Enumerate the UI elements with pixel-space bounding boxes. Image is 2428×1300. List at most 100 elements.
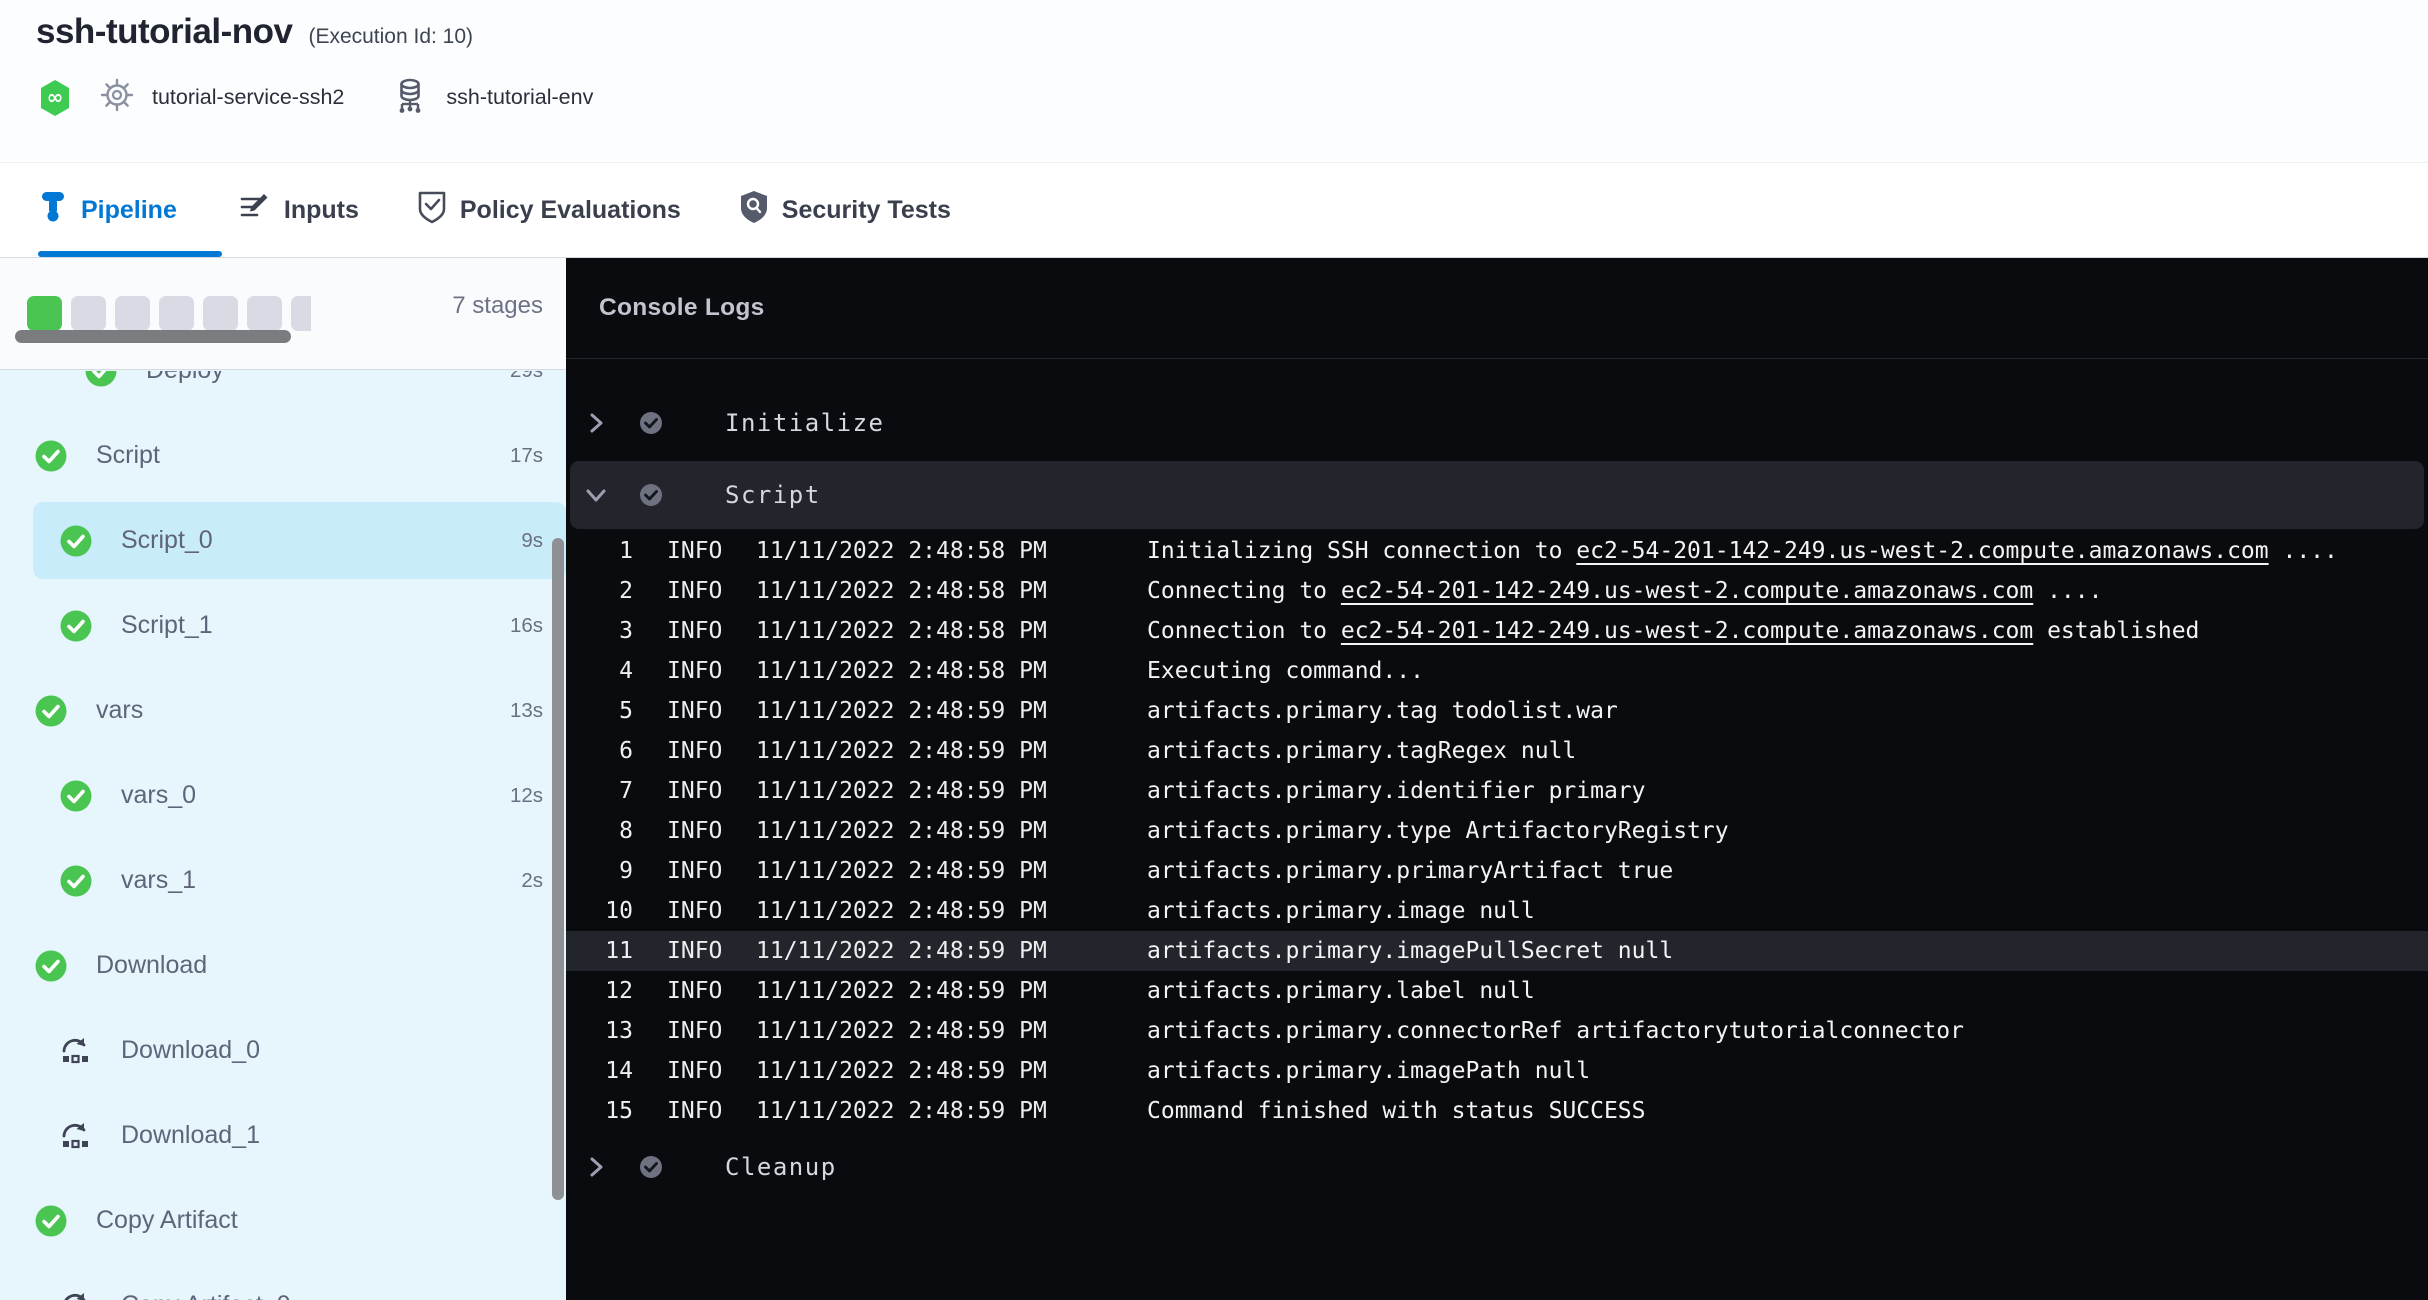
stage-label: Copy Artifact_0: [121, 1291, 291, 1300]
sidebar-item-download[interactable]: Download: [0, 923, 566, 1008]
success-check-icon: [35, 1205, 67, 1237]
stages-progress-header: 7 stages: [0, 258, 566, 370]
log-line-number: 7: [566, 778, 633, 804]
log-message: artifacts.primary.connectorRef artifacto…: [1147, 1018, 1964, 1044]
progress-segment: [159, 296, 194, 331]
log-line-number: 10: [566, 898, 633, 924]
log-level: INFO: [667, 1018, 723, 1044]
log-line: 13 INFO 11/11/2022 2:48:59 PM artifacts.…: [566, 1011, 2428, 1051]
tab-inputs[interactable]: Inputs: [239, 191, 359, 230]
tab-pipeline[interactable]: Pipeline: [38, 190, 177, 231]
progress-segment: [247, 296, 282, 331]
stage-duration: 16s: [510, 614, 543, 638]
section-label-script: Script: [725, 481, 821, 509]
sidebar-item-copy-artifact[interactable]: Copy Artifact: [0, 1178, 566, 1263]
log-timestamp: 11/11/2022 2:48:58 PM: [756, 658, 1048, 684]
log-level: INFO: [667, 978, 723, 1004]
progress-segment: [71, 296, 106, 331]
hostname-link[interactable]: ec2-54-201-142-249.us-west-2.compute.ama…: [1341, 578, 2033, 604]
log-level: INFO: [667, 938, 723, 964]
log-timestamp: 11/11/2022 2:48:58 PM: [756, 538, 1048, 564]
log-level: INFO: [667, 578, 723, 604]
progress-segment: [115, 296, 150, 331]
sidebar-item-download-0[interactable]: Download_0: [0, 1008, 566, 1093]
tab-policy-evaluations[interactable]: Policy Evaluations: [417, 190, 681, 231]
success-check-icon: [35, 950, 67, 982]
log-message: artifacts.primary.tagRegex null: [1147, 738, 1576, 764]
sidebar-item-script[interactable]: Script 17s: [0, 413, 566, 498]
chevron-down-icon[interactable]: [585, 484, 607, 506]
chevron-right-icon[interactable]: [585, 1156, 607, 1178]
stage-duration: 12s: [510, 784, 543, 808]
sidebar-item-script-0[interactable]: Script_0 9s: [0, 498, 566, 583]
log-line-number: 12: [566, 978, 633, 1004]
service-name-label[interactable]: tutorial-service-ssh2: [152, 85, 344, 110]
log-line: 9 INFO 11/11/2022 2:48:59 PM artifacts.p…: [566, 851, 2428, 891]
sidebar-item-download-1[interactable]: Download_1: [0, 1093, 566, 1178]
log-section-script[interactable]: Script: [570, 461, 2424, 529]
stage-label: Download: [96, 951, 207, 980]
svg-text:∞: ∞: [47, 85, 64, 109]
log-timestamp: 11/11/2022 2:48:59 PM: [756, 1018, 1048, 1044]
stage-label: vars_1: [121, 866, 196, 895]
sidebar-item-copy-artifact-0[interactable]: Copy Artifact_0: [0, 1263, 566, 1300]
execution-tabbar: Pipeline Inputs: [0, 163, 2428, 258]
stage-label: Script_0: [121, 526, 213, 555]
sidebar-item-vars[interactable]: vars 13s: [0, 668, 566, 753]
progress-segment: [291, 296, 311, 331]
success-check-icon: [60, 780, 92, 812]
log-line-number: 13: [566, 1018, 633, 1044]
sidebar-item-script-1[interactable]: Script_1 16s: [0, 583, 566, 668]
section-label-cleanup: Cleanup: [725, 1153, 837, 1181]
success-check-icon: [85, 371, 117, 387]
execution-header: ssh-tutorial-nov (Execution Id: 10) ∞: [0, 0, 2428, 163]
execution-meta-row: ∞ tutorial-service-ssh2: [36, 76, 2428, 119]
page-title: ssh-tutorial-nov: [36, 12, 292, 52]
log-line-number: 3: [566, 618, 633, 644]
success-check-icon: [35, 695, 67, 727]
log-message: artifacts.primary.imagePath null: [1147, 1058, 1590, 1084]
log-timestamp: 11/11/2022 2:48:59 PM: [756, 938, 1048, 964]
tab-security-tests[interactable]: Security Tests: [739, 190, 951, 231]
log-line: 4 INFO 11/11/2022 2:48:58 PM Executing c…: [566, 651, 2428, 691]
sidebar-item-deploy[interactable]: Deploy 29s: [0, 371, 566, 413]
log-line-number: 2: [566, 578, 633, 604]
service-gear-icon: [100, 78, 134, 117]
stage-label: Script: [96, 441, 160, 470]
log-timestamp: 11/11/2022 2:48:59 PM: [756, 698, 1048, 724]
pipeline-execution-page: ssh-tutorial-nov (Execution Id: 10) ∞: [0, 0, 2428, 1300]
log-line: 11 INFO 11/11/2022 2:48:59 PM artifacts.…: [566, 931, 2428, 971]
log-timestamp: 11/11/2022 2:48:59 PM: [756, 1058, 1048, 1084]
log-message: Initializing SSH connection to ec2-54-20…: [1147, 538, 2338, 564]
sidebar-vertical-scrollbar[interactable]: [552, 538, 564, 1200]
log-timestamp: 11/11/2022 2:48:58 PM: [756, 618, 1048, 644]
log-timestamp: 11/11/2022 2:48:59 PM: [756, 858, 1048, 884]
environment-name-label[interactable]: ssh-tutorial-env: [446, 85, 593, 110]
log-level: INFO: [667, 618, 723, 644]
console-body: Initialize Script: [566, 359, 2428, 1300]
log-section-cleanup[interactable]: Cleanup: [566, 1139, 2428, 1195]
hostname-link[interactable]: ec2-54-201-142-249.us-west-2.compute.ama…: [1576, 538, 2268, 564]
log-section-initialize[interactable]: Initialize: [566, 395, 2428, 451]
success-check-icon: [60, 610, 92, 642]
title-row: ssh-tutorial-nov (Execution Id: 10): [36, 12, 2428, 52]
log-lines: 1 INFO 11/11/2022 2:48:58 PM Initializin…: [566, 531, 2428, 1131]
log-line: 15 INFO 11/11/2022 2:48:59 PM Command fi…: [566, 1091, 2428, 1131]
sidebar-item-vars-1[interactable]: vars_1 2s: [0, 838, 566, 923]
log-message: artifacts.primary.imagePullSecret null: [1147, 938, 1673, 964]
log-line: 5 INFO 11/11/2022 2:48:59 PM artifacts.p…: [566, 691, 2428, 731]
stage-label: Copy Artifact: [96, 1206, 238, 1235]
inputs-icon: [239, 191, 271, 230]
log-message: artifacts.primary.type ArtifactoryRegist…: [1147, 818, 1729, 844]
hostname-link[interactable]: ec2-54-201-142-249.us-west-2.compute.ama…: [1341, 618, 2033, 644]
stages-progress-scrollbar[interactable]: [15, 330, 291, 343]
log-line: 1 INFO 11/11/2022 2:48:58 PM Initializin…: [566, 531, 2428, 571]
chevron-right-icon[interactable]: [585, 412, 607, 434]
log-message: artifacts.primary.tag todolist.war: [1147, 698, 1618, 724]
log-line: 3 INFO 11/11/2022 2:48:58 PM Connection …: [566, 611, 2428, 651]
success-check-icon: [35, 440, 67, 472]
log-level: INFO: [667, 1098, 723, 1124]
pipeline-icon: [38, 190, 68, 231]
log-timestamp: 11/11/2022 2:48:59 PM: [756, 1098, 1048, 1124]
sidebar-item-vars-0[interactable]: vars_0 12s: [0, 753, 566, 838]
